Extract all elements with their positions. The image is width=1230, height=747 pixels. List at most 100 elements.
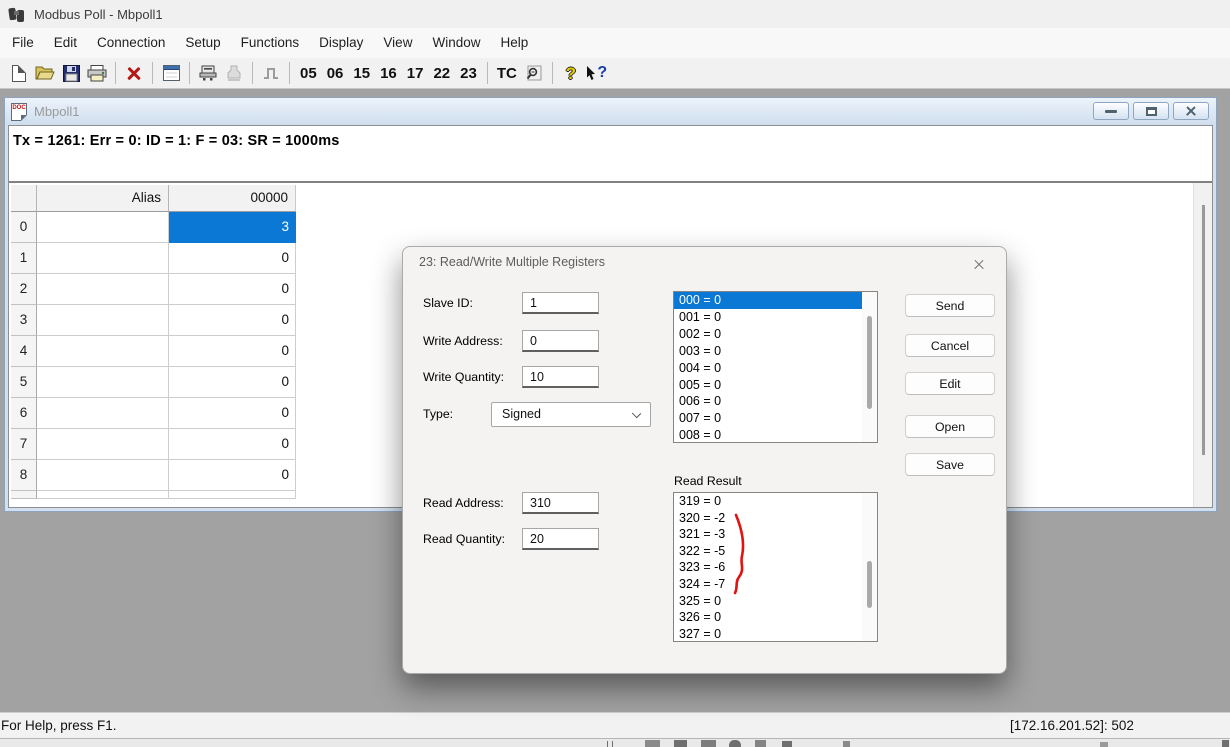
list-item[interactable]: 323 = -6 (674, 559, 877, 576)
alias-cell[interactable] (37, 429, 169, 460)
function-22-button[interactable]: 22 (428, 65, 455, 82)
open-button[interactable]: Open (905, 415, 995, 438)
save-icon[interactable] (59, 61, 83, 85)
list-item[interactable]: 324 = -7 (674, 576, 877, 593)
slave-id-input[interactable]: 1 (522, 292, 599, 314)
send-button[interactable]: Send (905, 294, 995, 317)
address-column-header[interactable]: 00000 (169, 185, 296, 212)
function-06-button[interactable]: 06 (322, 65, 349, 82)
list-item[interactable]: 320 = -2 (674, 510, 877, 527)
print-icon[interactable] (85, 61, 109, 85)
value-cell[interactable]: 0 (169, 460, 296, 491)
scrollbar-thumb[interactable] (1202, 205, 1205, 455)
row-header[interactable]: 7 (11, 429, 37, 460)
alias-column-header[interactable]: Alias (37, 185, 169, 212)
read-quantity-input[interactable]: 20 (522, 528, 599, 550)
list-item[interactable]: 003 = 0 (674, 343, 877, 360)
menu-file[interactable]: File (2, 28, 44, 58)
grid-vertical-scrollbar[interactable] (1193, 183, 1212, 507)
single-pulse-icon[interactable] (259, 61, 283, 85)
value-cell[interactable]: 0 (169, 336, 296, 367)
row-header[interactable]: 6 (11, 398, 37, 429)
menu-functions[interactable]: Functions (231, 28, 310, 58)
menu-setup[interactable]: Setup (175, 28, 230, 58)
value-cell[interactable]: 0 (169, 243, 296, 274)
alias-cell[interactable] (37, 398, 169, 429)
function-15-button[interactable]: 15 (348, 65, 375, 82)
list-item[interactable]: 325 = 0 (674, 593, 877, 610)
new-file-icon[interactable] (7, 61, 31, 85)
write-address-input[interactable]: 0 (522, 330, 599, 352)
row-header[interactable]: 0 (11, 212, 37, 243)
function-05-button[interactable]: 05 (295, 65, 322, 82)
list-item[interactable]: 006 = 0 (674, 393, 877, 410)
value-cell-selected[interactable]: 3 (169, 212, 296, 243)
disconnect-icon[interactable] (122, 61, 146, 85)
function-16-button[interactable]: 16 (375, 65, 402, 82)
row-header[interactable]: 4 (11, 336, 37, 367)
menu-display[interactable]: Display (309, 28, 373, 58)
context-help-icon[interactable]: ? (585, 61, 609, 85)
value-cell[interactable]: 0 (169, 305, 296, 336)
alias-cell[interactable] (37, 243, 169, 274)
list-item[interactable]: 008 = 0 (674, 427, 877, 444)
type-select[interactable]: Signed (491, 402, 651, 427)
scrollbar-thumb[interactable] (867, 316, 872, 409)
list-item[interactable]: 001 = 0 (674, 309, 877, 326)
cancel-button[interactable]: Cancel (905, 334, 995, 357)
value-cell[interactable]: 0 (169, 398, 296, 429)
list-item[interactable]: 326 = 0 (674, 609, 877, 626)
list-item-selected[interactable]: 000 = 0 (674, 292, 877, 309)
write-quantity-input[interactable]: 10 (522, 366, 599, 388)
menu-connection[interactable]: Connection (87, 28, 175, 58)
read-address-input[interactable]: 310 (522, 492, 599, 514)
row-header[interactable]: 2 (11, 274, 37, 305)
function-17-button[interactable]: 17 (402, 65, 429, 82)
save-button[interactable]: Save (905, 453, 995, 476)
value-cell[interactable]: 0 (169, 274, 296, 305)
list-scrollbar[interactable] (862, 292, 877, 442)
row-header[interactable]: 5 (11, 367, 37, 398)
list-scrollbar[interactable] (862, 493, 877, 641)
list-item[interactable]: 319 = 0 (674, 493, 877, 510)
value-cell[interactable]: 0 (169, 367, 296, 398)
row-header[interactable]: 1 (11, 243, 37, 274)
list-item[interactable]: 321 = -3 (674, 526, 877, 543)
menu-edit[interactable]: Edit (44, 28, 87, 58)
list-item[interactable]: 327 = 0 (674, 626, 877, 643)
communication-traffic-icon[interactable] (522, 61, 546, 85)
alias-cell[interactable] (37, 305, 169, 336)
child-minimize-button[interactable] (1093, 102, 1129, 120)
child-close-button[interactable] (1173, 102, 1209, 120)
child-restore-button[interactable] (1133, 102, 1169, 120)
display-setup-icon[interactable] (159, 61, 183, 85)
stop-communication-icon[interactable] (222, 61, 246, 85)
alias-cell[interactable] (37, 367, 169, 398)
alias-cell[interactable] (37, 274, 169, 305)
scrollbar-thumb[interactable] (867, 561, 872, 608)
list-item[interactable]: 005 = 0 (674, 377, 877, 394)
alias-cell[interactable] (37, 212, 169, 243)
list-item[interactable]: 002 = 0 (674, 326, 877, 343)
help-icon[interactable]: ? (559, 61, 583, 85)
row-header[interactable]: 3 (11, 305, 37, 336)
list-item[interactable]: 004 = 0 (674, 360, 877, 377)
dialog-close-button[interactable] (962, 252, 996, 276)
menu-help[interactable]: Help (490, 28, 538, 58)
list-item[interactable]: 322 = -5 (674, 543, 877, 560)
value-cell[interactable]: 0 (169, 429, 296, 460)
read-result-list[interactable]: 319 = 0 320 = -2 321 = -3 322 = -5 323 =… (673, 492, 878, 642)
menu-window[interactable]: Window (422, 28, 490, 58)
menu-view[interactable]: View (373, 28, 422, 58)
edit-button[interactable]: Edit (905, 372, 995, 395)
test-center-button[interactable]: TC (493, 65, 521, 82)
function-23-button[interactable]: 23 (455, 65, 482, 82)
child-title-bar[interactable]: DOC Mbpoll1 (5, 98, 1216, 125)
write-values-list[interactable]: 000 = 0 001 = 0 002 = 0 003 = 0 004 = 0 … (673, 291, 878, 443)
read-write-once-icon[interactable] (196, 61, 220, 85)
alias-cell[interactable] (37, 460, 169, 491)
row-header[interactable]: 8 (11, 460, 37, 491)
open-file-icon[interactable] (33, 61, 57, 85)
alias-cell[interactable] (37, 336, 169, 367)
list-item[interactable]: 007 = 0 (674, 410, 877, 427)
